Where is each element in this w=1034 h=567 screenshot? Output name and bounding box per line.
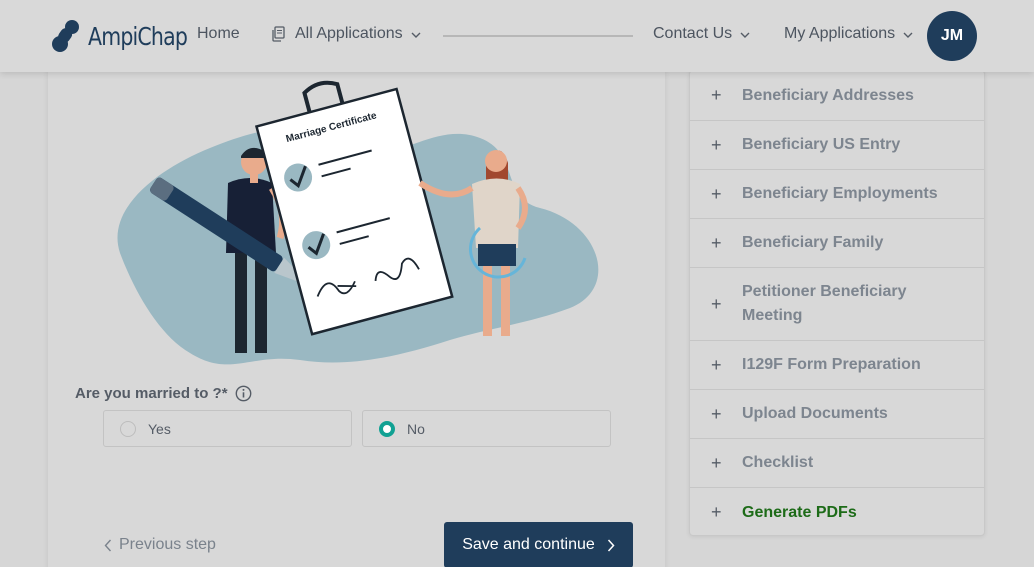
top-navbar: AmpiChap Home All Applications Contact U… <box>0 0 1034 72</box>
avatar-initials: JM <box>940 27 964 44</box>
radio-option-no[interactable]: No <box>362 410 611 447</box>
step-label: Beneficiary Addresses <box>742 86 914 104</box>
married-question: Are you married to ?* <box>75 385 252 402</box>
application-steps-panel: + Beneficiary Addresses + Beneficiary US… <box>689 70 985 536</box>
step-checklist[interactable]: + Checklist <box>690 439 984 488</box>
step-label: Beneficiary Family <box>742 234 884 251</box>
plus-icon: + <box>711 452 722 473</box>
step-beneficiary-us-entry[interactable]: + Beneficiary US Entry <box>690 121 984 170</box>
nav-divider <box>443 35 633 37</box>
step-beneficiary-family[interactable]: + Beneficiary Family <box>690 219 984 268</box>
nav-all-applications[interactable]: All Applications <box>271 25 421 43</box>
nav-my-applications-label: My Applications <box>784 25 896 42</box>
step-label: Beneficiary US Entry <box>742 136 901 153</box>
radio-label-yes: Yes <box>148 420 171 437</box>
logo-icon <box>50 19 82 53</box>
nav-home-label: Home <box>197 25 240 42</box>
plus-icon: + <box>711 354 722 375</box>
marriage-certificate-illustration: Marriage Certificate <box>100 78 610 368</box>
married-question-label: Are you married to ?* <box>75 385 228 402</box>
step-label: Petitioner Beneficiary Meeting <box>742 283 907 324</box>
plus-icon: + <box>711 293 722 314</box>
previous-step-label: Previous step <box>119 536 216 553</box>
save-and-continue-button[interactable]: Save and continue <box>444 522 633 567</box>
nav-my-applications[interactable]: My Applications <box>784 25 913 43</box>
step-label: I129F Form Preparation <box>742 356 921 373</box>
radio-button-no-checked[interactable] <box>379 420 395 437</box>
nav-all-applications-label: All Applications <box>295 25 403 42</box>
plus-icon: + <box>711 134 722 155</box>
radio-label-no: No <box>407 420 425 437</box>
plus-icon: + <box>711 232 722 253</box>
step-generate-pdfs[interactable]: + Generate PDFs <box>690 488 984 535</box>
step-beneficiary-employments[interactable]: + Beneficiary Employments <box>690 170 984 219</box>
nav-home[interactable]: Home <box>197 25 240 43</box>
step-label: Checklist <box>742 454 814 471</box>
step-label: Upload Documents <box>742 405 888 422</box>
step-petitioner-beneficiary-meeting[interactable]: + Petitioner Beneficiary Meeting <box>690 268 984 341</box>
previous-step-link[interactable]: Previous step <box>104 536 216 554</box>
step-i129f-form-preparation[interactable]: + I129F Form Preparation <box>690 341 984 390</box>
plus-icon: + <box>711 403 722 424</box>
chevron-down-icon <box>740 25 750 43</box>
radio-option-yes[interactable]: Yes <box>103 410 352 447</box>
step-beneficiary-addresses[interactable]: + Beneficiary Addresses <box>690 71 984 121</box>
step-label: Generate PDFs <box>742 503 857 521</box>
save-and-continue-label: Save and continue <box>462 536 595 553</box>
nav-contact-us[interactable]: Contact Us <box>653 25 750 43</box>
copy-icon <box>271 26 286 42</box>
info-icon[interactable] <box>235 385 252 402</box>
brand-logo[interactable]: AmpiChap <box>50 18 209 54</box>
plus-icon: + <box>711 183 722 204</box>
chevron-down-icon <box>411 25 421 43</box>
user-avatar[interactable]: JM <box>927 11 977 61</box>
chevron-right-icon <box>607 538 615 552</box>
plus-icon: + <box>711 502 722 522</box>
step-upload-documents[interactable]: + Upload Documents <box>690 390 984 439</box>
nav-contact-us-label: Contact Us <box>653 25 733 42</box>
plus-icon: + <box>711 85 722 105</box>
chevron-down-icon <box>903 25 913 43</box>
radio-button-yes[interactable] <box>120 420 136 437</box>
brand-name: AmpiChap <box>88 21 188 51</box>
chevron-left-icon <box>104 539 112 551</box>
step-label: Beneficiary Employments <box>742 185 938 202</box>
